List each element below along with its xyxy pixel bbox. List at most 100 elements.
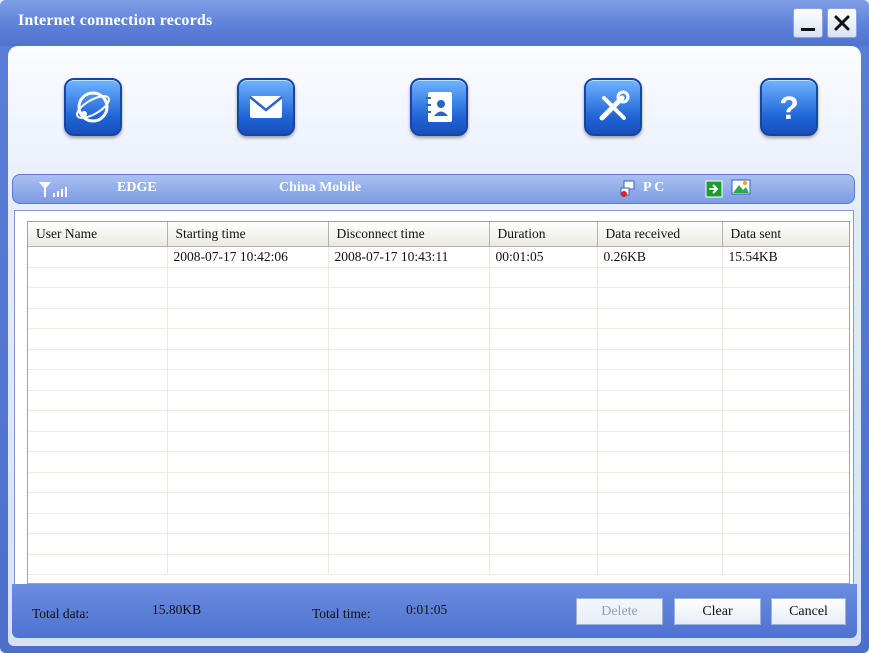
column-header[interactable]: User Name <box>28 222 168 247</box>
table-cell <box>722 410 849 432</box>
table-cell <box>722 451 849 473</box>
contacts-button[interactable] <box>410 78 468 136</box>
table-cell <box>167 472 329 493</box>
help-button[interactable]: ? <box>760 78 818 136</box>
table-cell <box>489 451 598 473</box>
table-cell <box>489 513 598 534</box>
svg-text:?: ? <box>779 90 799 126</box>
status-bar: EDGE China Mobile P C <box>12 174 855 204</box>
column-header[interactable]: Data received <box>597 222 723 247</box>
table-cell <box>489 328 598 350</box>
connect-button[interactable] <box>64 78 122 136</box>
table-cell: 15.54KB <box>722 246 849 268</box>
total-time-value: 0:01:05 <box>406 602 448 617</box>
messages-button[interactable] <box>237 78 295 136</box>
signal-strength-icon <box>39 182 67 197</box>
network-type: EDGE <box>117 180 157 195</box>
table-cell <box>28 533 168 555</box>
table-row[interactable] <box>28 492 849 514</box>
table-cell <box>489 267 598 288</box>
table-cell <box>28 554 168 575</box>
column-header[interactable]: Disconnect time <box>328 222 490 247</box>
table-cell <box>28 308 168 329</box>
table-cell <box>28 369 168 391</box>
table-cell <box>722 349 849 370</box>
column-header[interactable]: Starting time <box>167 222 329 247</box>
table-cell <box>167 554 329 575</box>
footer-bar: Total data: 15.80KB Total time: 0:01:05 … <box>12 584 857 638</box>
table-row[interactable] <box>28 472 849 493</box>
table-cell <box>722 328 849 350</box>
table-row[interactable] <box>28 431 849 452</box>
table-cell <box>597 267 723 288</box>
main-body: ? EDGE China Mobile P C User Name Starti… <box>8 46 861 646</box>
table-row[interactable] <box>28 451 849 473</box>
image-status-icon <box>731 179 751 195</box>
table-row[interactable] <box>28 390 849 411</box>
table-row[interactable] <box>28 369 849 391</box>
clear-button[interactable]: Clear <box>674 598 761 625</box>
table-cell <box>489 492 598 514</box>
table-cell <box>167 328 329 350</box>
table-cell <box>597 451 723 473</box>
table-header-row: User Name Starting time Disconnect time Dur… <box>28 222 849 247</box>
column-header[interactable]: Duration <box>489 222 598 247</box>
table-cell: 2008-07-17 10:43:11 <box>328 246 490 268</box>
records-table[interactable]: User Name Starting time Disconnect time Dur… <box>27 221 850 584</box>
table-cell <box>167 410 329 432</box>
table-cell <box>167 492 329 514</box>
total-data-value: 15.80KB <box>152 602 202 617</box>
minimize-button[interactable] <box>793 8 823 38</box>
mail-icon <box>249 96 283 118</box>
table-cell <box>328 369 490 391</box>
table-cell <box>328 492 490 514</box>
table-cell <box>597 492 723 514</box>
operator-name: China Mobile <box>279 180 362 195</box>
table-cell <box>167 533 329 555</box>
table-cell <box>328 410 490 432</box>
table-cell <box>28 349 168 370</box>
table-cell <box>722 492 849 514</box>
table-cell <box>328 513 490 534</box>
table-row[interactable]: 2008-07-17 10:42:06 2008-07-17 10:43:11 00… <box>28 246 849 268</box>
table-cell <box>328 328 490 350</box>
table-cell <box>489 390 598 411</box>
table-cell: 2008-07-17 10:42:06 <box>167 246 329 268</box>
table-row[interactable] <box>28 328 849 350</box>
title-bar: Internet connection records <box>0 0 869 46</box>
table-cell <box>167 451 329 473</box>
table-row[interactable] <box>28 287 849 309</box>
table-cell <box>597 308 723 329</box>
delete-button[interactable]: Delete <box>576 598 663 625</box>
total-data-label: Total data: <box>32 606 90 621</box>
table-row[interactable] <box>28 349 849 370</box>
table-cell <box>489 431 598 452</box>
table-cell <box>328 451 490 473</box>
table-cell <box>597 431 723 452</box>
minimize-icon <box>801 27 815 31</box>
table-cell: 00:01:05 <box>489 246 598 268</box>
app-window: Internet connection records ? EDGE China… <box>0 0 869 653</box>
table-cell <box>597 349 723 370</box>
table-cell <box>167 513 329 534</box>
column-header[interactable]: Data sent <box>722 222 849 247</box>
table-cell <box>722 308 849 329</box>
table-cell <box>328 390 490 411</box>
settings-button[interactable] <box>584 78 642 136</box>
table-row[interactable] <box>28 267 849 288</box>
settings-tools-icon <box>599 90 630 121</box>
table-cell <box>167 267 329 288</box>
cancel-button[interactable]: Cancel <box>771 598 846 625</box>
table-row[interactable] <box>28 308 849 329</box>
table-cell <box>722 533 849 555</box>
table-row[interactable] <box>28 513 849 534</box>
connection-mode: P C <box>643 180 665 195</box>
table-row[interactable] <box>28 533 849 555</box>
table-cell <box>597 369 723 391</box>
table-cell <box>167 287 329 309</box>
connect-status-icon <box>705 180 723 198</box>
table-row[interactable] <box>28 410 849 432</box>
table-cell <box>28 431 168 452</box>
close-button[interactable] <box>827 8 857 38</box>
table-row[interactable] <box>28 554 849 575</box>
